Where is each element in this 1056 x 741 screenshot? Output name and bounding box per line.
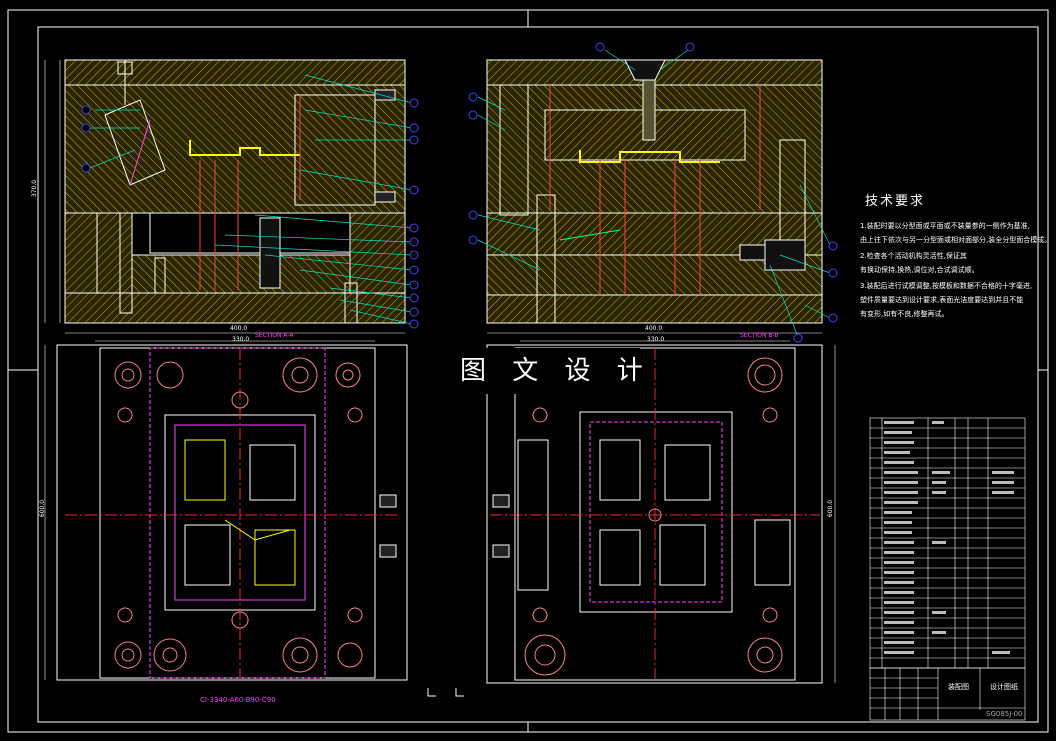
section-a-view xyxy=(44,59,419,342)
dim-subwidth-left: 330.0 xyxy=(232,336,250,343)
requirement-line: 塑件质量要达到设计要求,表面光洁度要达到并且不能 xyxy=(860,296,1024,304)
section-b-label: SECTION B-B xyxy=(740,332,779,339)
part-code: CI-3340-A60-B90-C90 xyxy=(200,696,276,704)
plan-view-right xyxy=(486,344,836,684)
parts-list-text xyxy=(884,421,1014,654)
requirement-line: 有变形,如有不良,修整再试。 xyxy=(860,310,949,318)
dim-subwidth-right: 330.0 xyxy=(647,336,665,343)
technical-requirements-title: 技术要求 xyxy=(865,194,926,209)
section-b-view xyxy=(468,42,838,343)
requirement-line: 1.装配时要以分型面或平面或不装量参的一侧作为基准, xyxy=(860,222,1030,230)
dim-width-left: 400.0 xyxy=(230,325,248,332)
dim-height-right: 600.0 xyxy=(827,499,835,518)
watermark-text: 图 文 设 计 xyxy=(440,348,643,394)
requirement-line: 3.装配后进行试模调整,按模板和数据不合格的十字毫进, xyxy=(860,282,1033,290)
requirement-line: 2.检查各个活动机构灵活性,保证其 xyxy=(860,252,967,260)
dim-width-right: 400.0 xyxy=(645,325,663,332)
requirement-line: 由上往下依次与另一分型面或相对面部分,装全分型面合模成。 xyxy=(860,236,1052,244)
dim-height-left: 600.0 xyxy=(39,499,47,518)
title-drawing-code: SG085J-00 xyxy=(986,710,1023,718)
plan-view-left xyxy=(44,344,408,681)
title-drawing-name: 装配图 xyxy=(948,683,969,691)
section-a-label: SECTION A-A xyxy=(255,332,294,339)
requirement-line: 有换动保持,换热,调位对,合试调试顺。 xyxy=(860,266,979,274)
title-company: 设计图纸 xyxy=(990,683,1018,691)
dim-total-height: 370.0 xyxy=(31,179,39,198)
